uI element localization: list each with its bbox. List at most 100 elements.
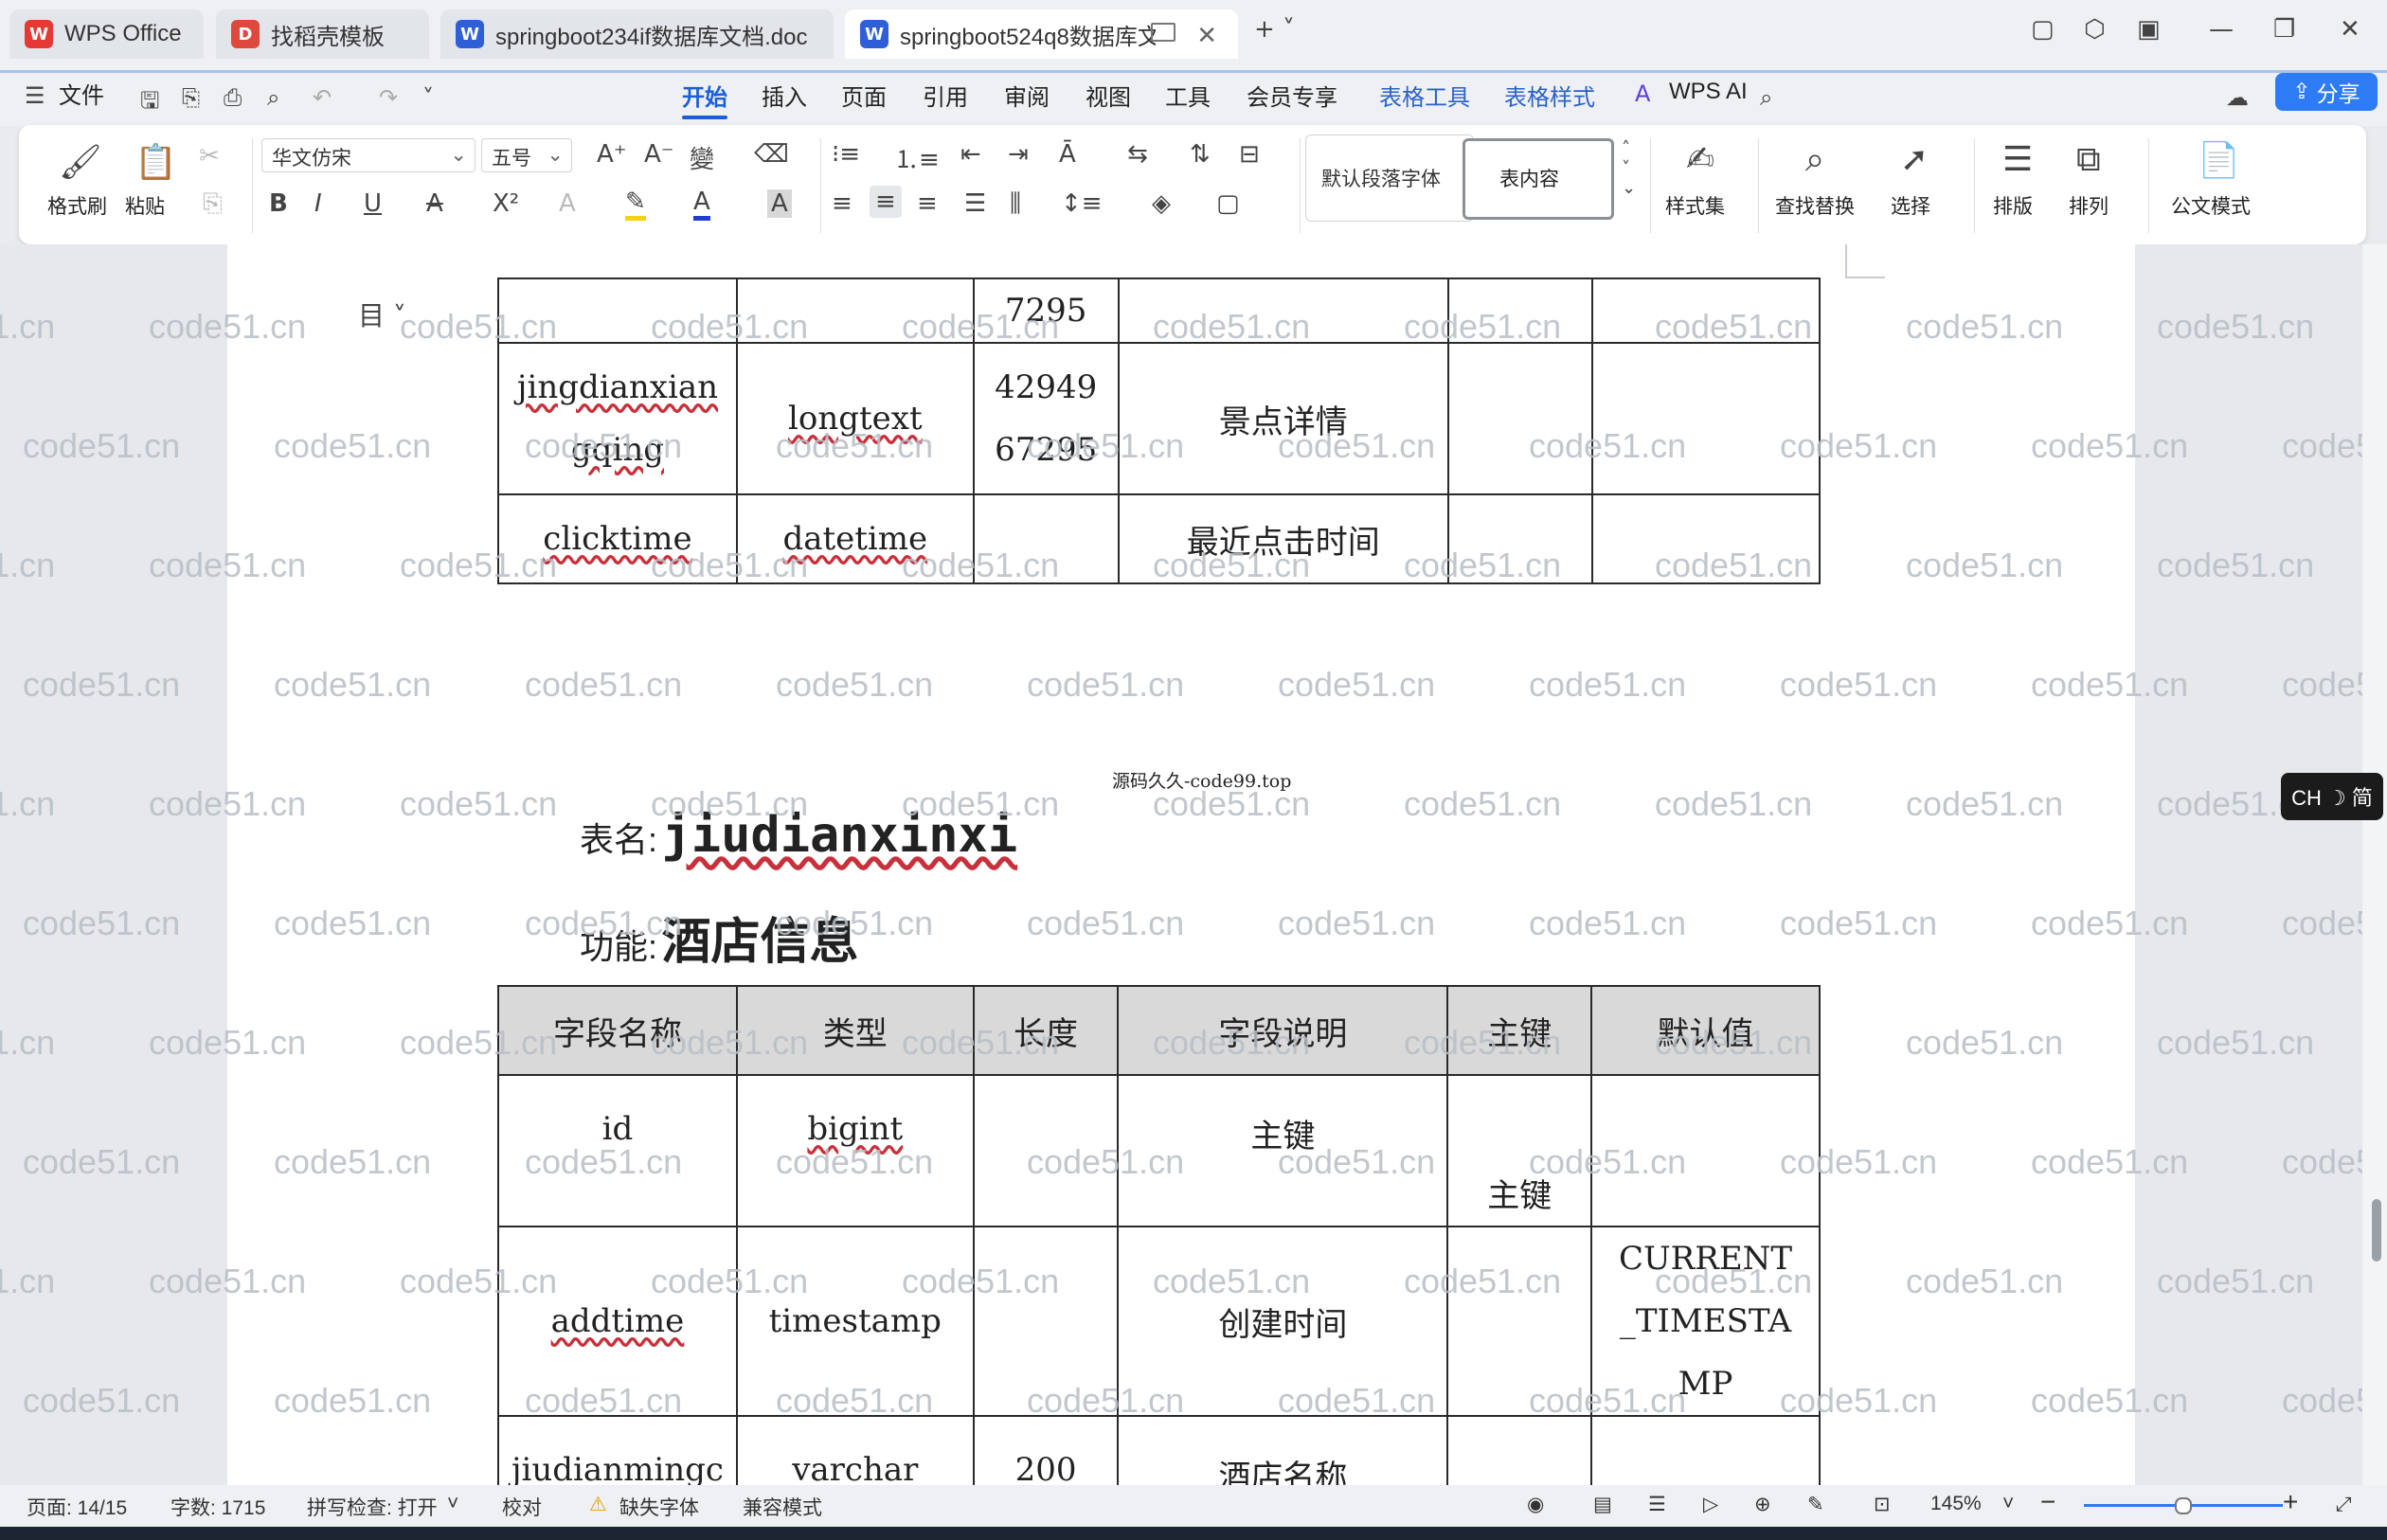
select-button[interactable]: 选择 <box>1891 191 1930 220</box>
menu-insert[interactable]: 插入 <box>762 79 807 112</box>
char-spacing-icon[interactable]: Ā <box>1059 140 1076 169</box>
proof-button[interactable]: 校对 <box>502 1493 542 1521</box>
box-icon[interactable]: ⬡ <box>2084 15 2106 44</box>
menu-page[interactable]: 页面 <box>841 79 887 112</box>
text-effect-icon[interactable]: A <box>559 189 576 218</box>
bold-icon[interactable]: B <box>269 189 288 218</box>
play-icon[interactable]: ▷ <box>1703 1493 1718 1515</box>
pen-icon[interactable]: ✎ <box>1807 1493 1824 1515</box>
hamburger-icon[interactable]: ☰ <box>25 82 45 109</box>
phonetic-icon[interactable]: 變 <box>690 140 714 175</box>
restore-icon[interactable]: ❐ <box>2273 15 2295 44</box>
chevron-down-icon[interactable]: ˅ <box>422 84 434 111</box>
eye-icon[interactable]: ◉ <box>1527 1493 1544 1515</box>
menu-references[interactable]: 引用 <box>923 79 968 112</box>
share-button[interactable]: ⇪ 分享 <box>2275 73 2378 111</box>
paste-button[interactable]: 粘贴 <box>125 191 165 220</box>
tab-wps-office[interactable]: W WPS Office <box>9 9 204 59</box>
copy-icon[interactable]: ⎘ <box>203 189 223 219</box>
window-close-icon[interactable]: ✕ <box>2340 15 2360 44</box>
export-icon[interactable]: ⎘ <box>182 84 200 111</box>
page-indicator[interactable]: 页面: 14/15 <box>27 1493 127 1521</box>
justify-icon[interactable]: ☰ <box>964 189 986 218</box>
border-icon[interactable]: ▢ <box>1216 189 1240 218</box>
menu-member[interactable]: 会员专享 <box>1247 79 1337 112</box>
decrease-indent-icon[interactable]: ⇤ <box>960 140 981 169</box>
bullet-list-icon[interactable]: ⁝≡ <box>832 140 860 169</box>
sort-icon[interactable]: ⇅ <box>1190 140 1211 169</box>
chevron-down-icon[interactable]: ˅ <box>2002 1493 2014 1515</box>
shading-icon[interactable]: ◈ <box>1152 189 1171 218</box>
zoom-in-icon[interactable]: + <box>2283 1487 2298 1517</box>
save-icon[interactable]: 🖫 <box>140 84 159 123</box>
align-center-icon[interactable]: ≡ <box>870 186 902 218</box>
print-icon[interactable]: ⎙ <box>224 84 242 111</box>
align-left-icon[interactable]: ≡ <box>832 189 852 218</box>
cut-icon[interactable]: ✂ <box>199 142 220 170</box>
highlight-icon[interactable]: ✎ <box>625 188 646 221</box>
chevron-down-icon[interactable]: ˅ <box>447 1493 458 1515</box>
strikethrough-icon[interactable]: A <box>426 189 443 218</box>
italic-icon[interactable]: I <box>314 189 322 218</box>
redo-icon[interactable]: ↷ <box>379 84 398 111</box>
font-size-select[interactable]: 五号 ⌄ <box>481 138 572 172</box>
font-color-icon[interactable]: A <box>693 188 710 221</box>
tab-docer[interactable]: D 找稻壳模板 <box>216 9 429 59</box>
font-name-select[interactable]: 华文仿宋 ⌄ <box>261 138 476 172</box>
format-painter-button[interactable]: 格式刷 <box>47 191 107 220</box>
web-view-icon[interactable]: ⊕ <box>1754 1493 1771 1515</box>
menu-view[interactable]: 视图 <box>1086 79 1131 112</box>
window-layout-icon[interactable]: ▢ <box>2031 15 2055 44</box>
avatar[interactable]: ▣ <box>2137 15 2161 44</box>
style-scroll-icon[interactable]: ˄ ˅ ⌄ <box>1622 138 1636 198</box>
search-icon[interactable]: ⌕ <box>1760 84 1772 111</box>
menu-file[interactable]: 文件 <box>59 77 104 110</box>
minimize-icon[interactable]: — <box>2209 15 2234 44</box>
fullscreen-icon[interactable]: ⤢ <box>2336 1493 2352 1516</box>
show-marks-icon[interactable]: ⊟ <box>1239 140 1260 169</box>
monitor-icon[interactable] <box>1151 23 1176 42</box>
shrink-font-icon[interactable]: A⁻ <box>644 140 674 169</box>
menu-tools[interactable]: 工具 <box>1165 79 1211 112</box>
underline-icon[interactable]: U <box>364 189 382 218</box>
char-shading-icon[interactable]: A <box>767 189 792 218</box>
zoom-slider-thumb[interactable] <box>2175 1497 2192 1514</box>
menu-home[interactable]: 开始 <box>682 79 727 119</box>
close-icon[interactable]: ✕ <box>1196 21 1217 50</box>
grow-font-icon[interactable]: A⁺ <box>597 140 627 169</box>
menu-table-tools[interactable]: 表格工具 <box>1379 79 1470 112</box>
new-tab-icon[interactable]: + ˅ <box>1254 15 1295 44</box>
menu-wps-ai[interactable]: WPS AI <box>1669 79 1748 105</box>
style-default-paragraph[interactable]: 默认段落字体 <box>1305 134 1474 222</box>
spellcheck-toggle[interactable]: 拼写检查: 打开 <box>307 1493 438 1521</box>
clear-format-icon[interactable]: ⌫ <box>754 140 789 169</box>
scroll-thumb[interactable] <box>2372 1199 2381 1262</box>
tab-doc-234if[interactable]: W springboot234if数据库文档.doc <box>440 9 834 59</box>
menu-review[interactable]: 审阅 <box>1004 79 1050 112</box>
outline-icon[interactable]: ☰ <box>1648 1493 1666 1515</box>
print-preview-icon[interactable]: ⌕ <box>267 84 279 111</box>
undo-icon[interactable]: ↶ <box>313 84 332 111</box>
menu-table-style[interactable]: 表格样式 <box>1504 79 1595 112</box>
style-table-content[interactable]: 表内容 <box>1463 138 1614 220</box>
page-view-icon[interactable]: ▤ <box>1593 1493 1612 1515</box>
style-set-button[interactable]: 样式集 <box>1665 191 1725 220</box>
missing-font-button[interactable]: 缺失字体 <box>619 1493 699 1521</box>
word-count[interactable]: 字数: 1715 <box>170 1493 265 1521</box>
text-direction-icon[interactable]: ⇆ <box>1127 140 1148 169</box>
tab-doc-524q8[interactable]: W springboot524q8数据库文档 ✕ <box>845 9 1238 59</box>
fit-page-icon[interactable]: ⊡ <box>1874 1493 1891 1515</box>
line-spacing-icon[interactable]: ↕≡ <box>1061 189 1103 218</box>
ime-indicator[interactable]: CH ☽ 简 <box>2281 773 2383 820</box>
superscript-icon[interactable]: X² <box>493 189 519 218</box>
vertical-scrollbar[interactable] <box>2362 244 2387 1485</box>
cloud-upload-icon[interactable]: ☁ <box>2226 84 2249 111</box>
increase-indent-icon[interactable]: ⇥ <box>1008 140 1029 169</box>
zoom-level[interactable]: 145% <box>1930 1493 1982 1515</box>
layout-button[interactable]: 排版 <box>1993 191 2033 220</box>
numbered-list-icon[interactable]: ⒈≡ <box>894 140 940 175</box>
align-right-icon[interactable]: ≡ <box>917 189 938 218</box>
distribute-icon[interactable]: ⫼ <box>1010 189 1021 219</box>
official-mode-button[interactable]: 公文模式 <box>2171 191 2251 220</box>
find-replace-button[interactable]: 查找替换 <box>1775 191 1855 220</box>
